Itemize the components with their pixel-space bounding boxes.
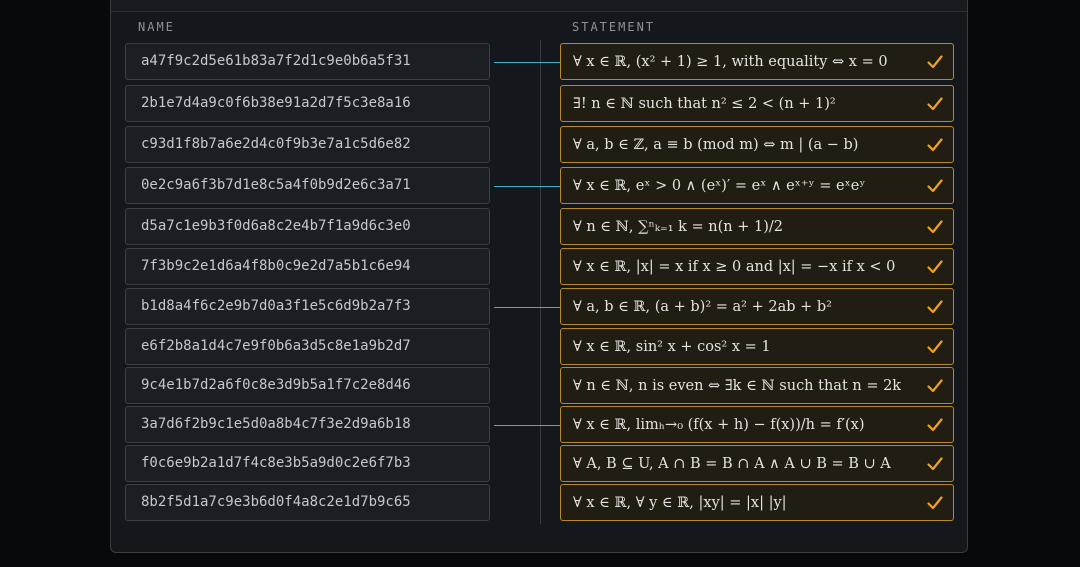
statement-item[interactable]: ∀ x ∈ ℝ, (x² + 1) ≥ 1, with equality ⇔ x… bbox=[560, 43, 954, 80]
name-item[interactable]: e6f2b8a1d4c7e9f0b6a3d5c8e1a9b2d7 bbox=[125, 328, 490, 365]
check-icon bbox=[927, 259, 943, 273]
match-connector-line bbox=[494, 62, 560, 63]
check-icon bbox=[927, 299, 943, 313]
check-icon bbox=[927, 54, 943, 68]
statement-text: ∀ a, b ∈ ℤ, a ≡ b (mod m) ⇔ m | (a − b) bbox=[573, 136, 859, 153]
check-icon bbox=[927, 495, 943, 509]
statement-text: ∃! n ∈ ℕ such that n² ≤ 2 < (n + 1)² bbox=[573, 95, 836, 112]
panel-top-bar bbox=[111, 0, 967, 12]
name-item[interactable]: 9c4e1b7d2a6f0c8e3d9b5a1f7c2e8d46 bbox=[125, 367, 490, 404]
statement-text: ∀ n ∈ ℕ, ∑ⁿₖ₌₁ k = n(n + 1)/2 bbox=[573, 218, 783, 235]
statement-text: ∀ a, b ∈ ℝ, (a + b)² = a² + 2ab + b² bbox=[573, 298, 832, 315]
column-divider bbox=[540, 40, 541, 524]
statement-item[interactable]: ∀ x ∈ ℝ, sin² x + cos² x = 1 bbox=[560, 328, 954, 365]
match-connector-line bbox=[494, 186, 560, 187]
statement-item[interactable]: ∀ A, B ⊆ U, A ∩ B = B ∩ A ∧ A ∪ B = B ∪ … bbox=[560, 445, 954, 482]
name-item[interactable]: f0c6e9b2a1d7f4c8e3b5a9d0c2e6f7b3 bbox=[125, 445, 490, 482]
name-item[interactable]: c93d1f8b7a6e2d4c0f9b3e7a1c5d6e82 bbox=[125, 126, 490, 163]
statement-text: ∀ x ∈ ℝ, limₕ→₀ (f(x + h) − f(x))/h = f′… bbox=[573, 416, 865, 433]
statement-item[interactable]: ∀ a, b ∈ ℤ, a ≡ b (mod m) ⇔ m | (a − b) bbox=[560, 126, 954, 163]
check-icon bbox=[927, 96, 943, 110]
statement-item[interactable]: ∀ n ∈ ℕ, n is even ⇔ ∃k ∈ ℕ such that n … bbox=[560, 367, 954, 404]
check-icon bbox=[927, 178, 943, 192]
statement-item[interactable]: ∀ x ∈ ℝ, eˣ > 0 ∧ (eˣ)′ = eˣ ∧ eˣ⁺ʸ = eˣ… bbox=[560, 167, 954, 204]
statement-item[interactable]: ∀ x ∈ ℝ, ∀ y ∈ ℝ, |xy| = |x| |y| bbox=[560, 484, 954, 521]
statement-item[interactable]: ∀ a, b ∈ ℝ, (a + b)² = a² + 2ab + b² bbox=[560, 288, 954, 325]
statement-item[interactable]: ∃! n ∈ ℕ such that n² ≤ 2 < (n + 1)² bbox=[560, 85, 954, 122]
statement-column-header: STATEMENT bbox=[572, 20, 656, 34]
statement-item[interactable]: ∀ n ∈ ℕ, ∑ⁿₖ₌₁ k = n(n + 1)/2 bbox=[560, 208, 954, 245]
name-item[interactable]: 7f3b9c2e1d6a4f8b0c9e2d7a5b1c6e94 bbox=[125, 248, 490, 285]
name-item[interactable]: 8b2f5d1a7c9e3b6d0f4a8c2e1d7b9c65 bbox=[125, 484, 490, 521]
statement-text: ∀ x ∈ ℝ, eˣ > 0 ∧ (eˣ)′ = eˣ ∧ eˣ⁺ʸ = eˣ… bbox=[573, 177, 866, 194]
statement-item[interactable]: ∀ x ∈ ℝ, limₕ→₀ (f(x + h) − f(x))/h = f′… bbox=[560, 406, 954, 443]
name-item[interactable]: 0e2c9a6f3b7d1e8c5a4f0b9d2e6c3a71 bbox=[125, 167, 490, 204]
statement-text: ∀ x ∈ ℝ, sin² x + cos² x = 1 bbox=[573, 338, 771, 355]
check-icon bbox=[927, 378, 943, 392]
statement-text: ∀ A, B ⊆ U, A ∩ B = B ∩ A ∧ A ∪ B = B ∪ … bbox=[573, 455, 891, 472]
statement-text: ∀ x ∈ ℝ, ∀ y ∈ ℝ, |xy| = |x| |y| bbox=[573, 494, 787, 511]
name-item[interactable]: a47f9c2d5e61b83a7f2d1c9e0b6a5f31 bbox=[125, 43, 490, 80]
check-icon bbox=[927, 137, 943, 151]
check-icon bbox=[927, 417, 943, 431]
name-item[interactable]: b1d8a4f6c2e9b7d0a3f1e5c6d9b2a7f3 bbox=[125, 288, 490, 325]
match-connector-line bbox=[494, 425, 560, 426]
statement-item[interactable]: ∀ x ∈ ℝ, |x| = x if x ≥ 0 and |x| = −x i… bbox=[560, 248, 954, 285]
check-icon bbox=[927, 456, 943, 470]
name-item[interactable]: 3a7d6f2b9c1e5d0a8b4c7f3e2d9a6b18 bbox=[125, 406, 490, 443]
match-connector-line bbox=[494, 307, 560, 308]
name-item[interactable]: d5a7c1e9b3f0d6a8c2e4b7f1a9d6c3e0 bbox=[125, 208, 490, 245]
check-icon bbox=[927, 219, 943, 233]
name-item[interactable]: 2b1e7d4a9c0f6b38e91a2d7f5c3e8a16 bbox=[125, 85, 490, 122]
check-icon bbox=[927, 339, 943, 353]
statement-text: ∀ x ∈ ℝ, |x| = x if x ≥ 0 and |x| = −x i… bbox=[573, 258, 896, 275]
name-column-header: NAME bbox=[138, 20, 175, 34]
statement-text: ∀ n ∈ ℕ, n is even ⇔ ∃k ∈ ℕ such that n … bbox=[573, 377, 902, 394]
statement-text: ∀ x ∈ ℝ, (x² + 1) ≥ 1, with equality ⇔ x… bbox=[573, 53, 888, 70]
